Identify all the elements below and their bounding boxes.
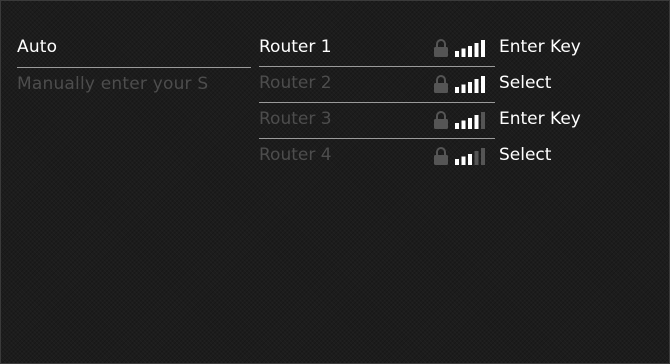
signal-bar bbox=[461, 84, 466, 93]
select-button[interactable]: Select bbox=[499, 139, 669, 175]
lock-icon bbox=[434, 111, 448, 129]
network-name: Router 2 bbox=[259, 73, 332, 93]
menu-item-label: Auto bbox=[17, 37, 58, 57]
lock-body bbox=[434, 47, 448, 57]
lock-body bbox=[434, 155, 448, 165]
lock-shackle bbox=[436, 39, 446, 47]
signal-bar bbox=[455, 123, 459, 129]
signal-strength-icon bbox=[455, 40, 485, 57]
lock-shackle bbox=[436, 111, 446, 119]
signal-strength-icon bbox=[455, 148, 485, 165]
lock-icon bbox=[434, 147, 448, 165]
lock-shackle bbox=[436, 75, 446, 83]
signal-bar bbox=[461, 48, 466, 57]
network-row[interactable]: Router 4 bbox=[259, 139, 495, 175]
signal-bar bbox=[474, 79, 479, 93]
signal-bar bbox=[481, 148, 485, 165]
signal-bar bbox=[474, 115, 479, 129]
network-row[interactable]: Router 2 bbox=[259, 67, 495, 103]
connection-mode-menu: Auto Manually enter your S bbox=[17, 31, 251, 104]
signal-bar bbox=[455, 159, 459, 165]
signal-bar bbox=[468, 118, 472, 129]
menu-item-manual-ssid[interactable]: Manually enter your S bbox=[17, 68, 251, 104]
lock-shackle bbox=[436, 147, 446, 155]
network-name: Router 4 bbox=[259, 145, 332, 165]
network-list: Router 1 Router 2 Router 3 Router 4 bbox=[259, 31, 495, 175]
lock-icon bbox=[434, 75, 448, 93]
signal-bar bbox=[468, 46, 472, 57]
network-actions: Enter Key Select Enter Key Select bbox=[499, 31, 669, 175]
signal-bar bbox=[481, 40, 485, 57]
signal-bar bbox=[474, 43, 479, 57]
signal-bar bbox=[474, 151, 479, 165]
network-row[interactable]: Router 1 bbox=[259, 31, 495, 67]
signal-bar bbox=[468, 154, 472, 165]
signal-strength-icon bbox=[455, 112, 485, 129]
lock-body bbox=[434, 83, 448, 93]
signal-strength-icon bbox=[455, 76, 485, 93]
signal-bar bbox=[461, 120, 466, 129]
network-row[interactable]: Router 3 bbox=[259, 103, 495, 139]
enter-key-button[interactable]: Enter Key bbox=[499, 103, 669, 139]
signal-bar bbox=[455, 87, 459, 93]
signal-bar bbox=[455, 51, 459, 57]
menu-item-auto[interactable]: Auto bbox=[17, 31, 251, 68]
signal-bar bbox=[468, 82, 472, 93]
signal-bar bbox=[461, 156, 466, 165]
enter-key-button[interactable]: Enter Key bbox=[499, 31, 669, 67]
network-name: Router 3 bbox=[259, 109, 332, 129]
lock-body bbox=[434, 119, 448, 129]
network-name: Router 1 bbox=[259, 37, 332, 57]
wifi-setup-screen: Auto Manually enter your S Router 1 Rout… bbox=[0, 0, 670, 364]
select-button[interactable]: Select bbox=[499, 67, 669, 103]
lock-icon bbox=[434, 39, 448, 57]
signal-bar bbox=[481, 112, 485, 129]
signal-bar bbox=[481, 76, 485, 93]
menu-item-label: Manually enter your S bbox=[17, 74, 209, 94]
